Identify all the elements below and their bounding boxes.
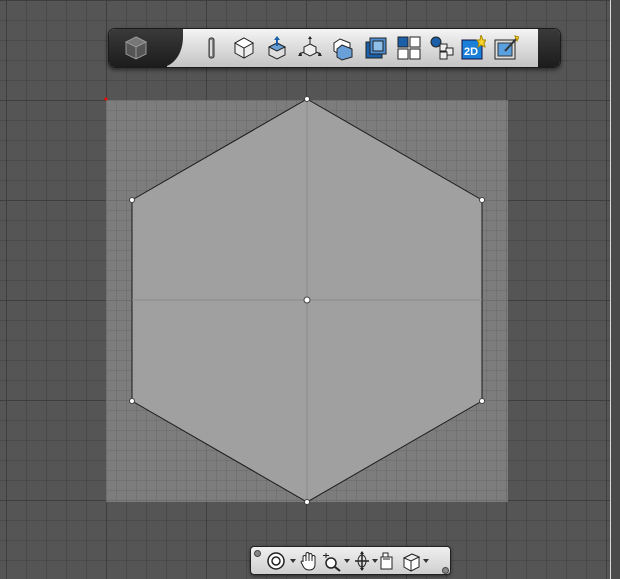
top-toolbar: 2D [108, 28, 561, 68]
orbit-icon[interactable] [265, 550, 287, 572]
materials-icon[interactable] [493, 35, 519, 61]
sketch-2d-icon[interactable]: 2D [460, 35, 486, 61]
zoom-icon[interactable] [321, 550, 343, 572]
view-icon[interactable] [379, 550, 401, 572]
orbit-caret-icon[interactable] [290, 559, 296, 563]
center-point[interactable] [303, 296, 311, 304]
intersect-icon[interactable] [330, 35, 356, 61]
grid-icon[interactable] [396, 35, 422, 61]
vertex-bottom[interactable] [304, 499, 310, 505]
hand-icon[interactable] [298, 550, 320, 572]
svg-text:2D: 2D [464, 46, 478, 58]
toolbar-grip-icon[interactable] [254, 550, 261, 557]
toolbar-corner-icon [442, 567, 449, 574]
fit-icon[interactable] [351, 550, 373, 572]
pencil-icon[interactable] [199, 35, 225, 61]
bottom-toolbar [250, 546, 451, 575]
origin-marker [104, 97, 108, 101]
view-cube-icon[interactable] [123, 35, 149, 61]
hexagon-sketch[interactable] [0, 0, 620, 579]
vertex-upper-left[interactable] [129, 197, 135, 203]
pattern-icon[interactable] [429, 35, 455, 61]
zoom-caret-icon[interactable] [344, 559, 350, 563]
box-icon[interactable] [231, 35, 257, 61]
extrude-icon[interactable] [264, 35, 290, 61]
vertex-upper-right[interactable] [479, 197, 485, 203]
shell-icon[interactable] [363, 35, 389, 61]
move-icon[interactable] [297, 35, 323, 61]
view-caret-icon[interactable] [423, 559, 429, 563]
view-cube-small-icon[interactable] [400, 550, 422, 572]
fit-caret-icon[interactable] [372, 559, 378, 563]
vertex-lower-right[interactable] [479, 398, 485, 404]
vertex-top[interactable] [304, 96, 310, 102]
vertex-lower-left[interactable] [129, 398, 135, 404]
